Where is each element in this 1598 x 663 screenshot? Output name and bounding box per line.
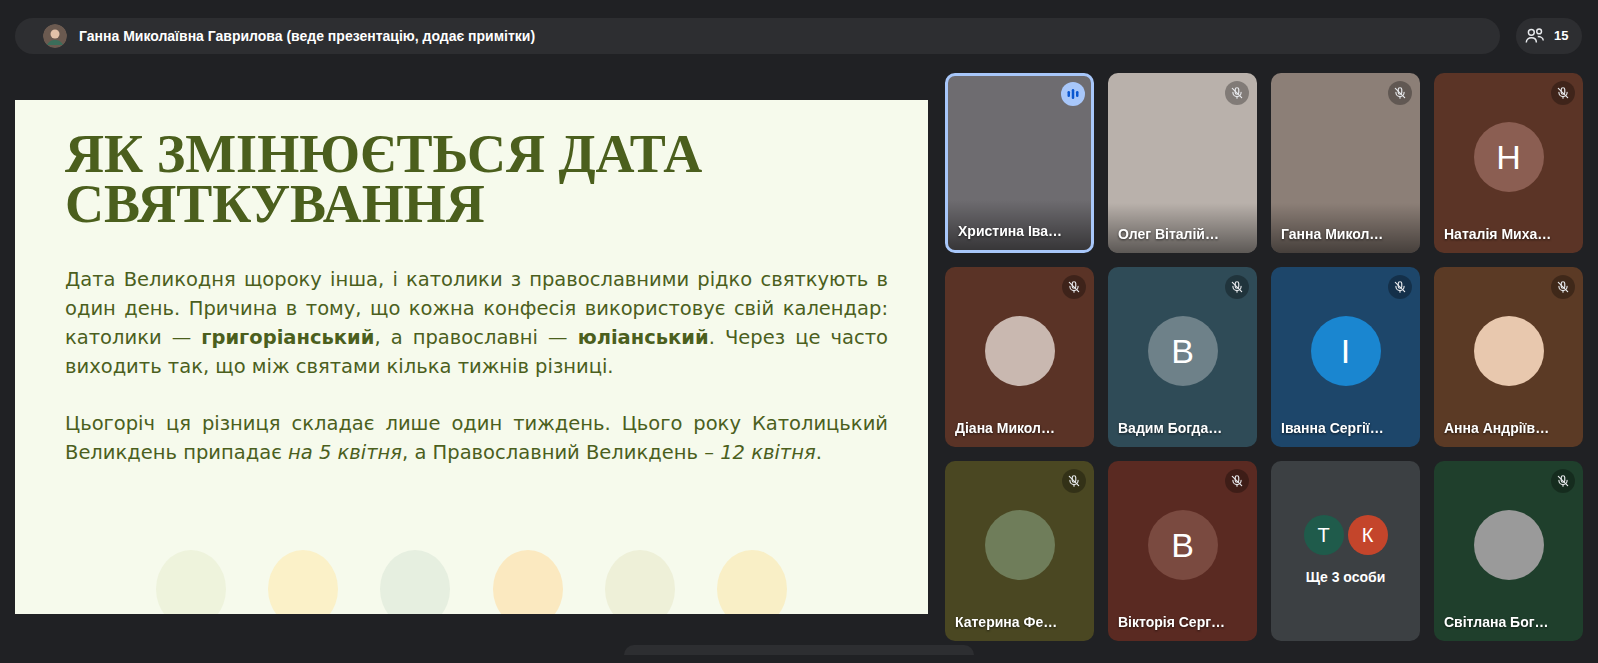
- easter-egg-icon: [717, 550, 787, 614]
- easter-egg-icon: [268, 550, 338, 614]
- text-segment: .: [816, 441, 822, 464]
- easter-egg-icon: [156, 550, 226, 614]
- presenter-text: Ганна Миколаївна Гаврилова (веде презент…: [79, 26, 535, 47]
- participant-name: Христина Іва…: [958, 221, 1062, 242]
- member-letter: К: [1362, 520, 1374, 550]
- slide-paragraph: Цьогоріч ця різниця складає лише один ти…: [65, 409, 888, 467]
- participant-name: Діана Микол…: [955, 418, 1055, 439]
- participant-tile[interactable]: Світлана Бог…: [1434, 461, 1583, 641]
- presentation-slide: ЯК ЗМІНЮЄТЬСЯ ДАТА СВЯТКУВАННЯ Дата Велик…: [15, 100, 928, 614]
- controls-bar: [624, 645, 974, 655]
- mic-off-icon: [1388, 275, 1412, 299]
- easter-egg-icon: [605, 550, 675, 614]
- top-bar: Ганна Миколаївна Гаврилова (веде презент…: [0, 0, 1598, 54]
- letter-avatar: Н: [1474, 122, 1544, 192]
- participants-button[interactable]: 15: [1516, 18, 1582, 54]
- participant-tile[interactable]: Христина Іва…: [945, 73, 1094, 253]
- letter-avatar: В: [1148, 510, 1218, 580]
- avatar-letter: В: [1171, 326, 1194, 377]
- text-segment: , а православні —: [374, 326, 577, 349]
- photo-avatar: [1474, 510, 1544, 580]
- participant-name: Вадим Богда…: [1118, 418, 1222, 439]
- speaking-icon: [1061, 82, 1085, 106]
- text-segment: на 5 квітня: [288, 441, 402, 464]
- slide-title: ЯК ЗМІНЮЄТЬСЯ ДАТА СВЯТКУВАННЯ: [65, 130, 785, 229]
- people-icon: [1524, 25, 1546, 47]
- participant-tile[interactable]: Катерина Фе…: [945, 461, 1094, 641]
- text-segment: юліанський: [578, 326, 709, 349]
- mic-off-icon: [1062, 275, 1086, 299]
- member-avatar: К: [1348, 515, 1388, 555]
- participant-tile[interactable]: Анна Андріїв…: [1434, 267, 1583, 447]
- participant-tile[interactable]: І Іванна Сергії…: [1271, 267, 1420, 447]
- photo-avatar: [985, 316, 1055, 386]
- group-avatars: ТКЩе 3 особи: [1271, 461, 1420, 641]
- letter-avatar: В: [1148, 316, 1218, 386]
- avatar-letter: І: [1341, 326, 1350, 377]
- mic-off-icon: [1551, 81, 1575, 105]
- slide-decoration: [15, 534, 928, 614]
- participant-tile[interactable]: Н Наталія Миха…: [1434, 73, 1583, 253]
- text-segment: , а Православний Великдень –: [402, 441, 720, 464]
- bottom-bar-area: [0, 645, 1598, 655]
- group-avatar-row: ТК: [1304, 515, 1388, 555]
- participant-tile[interactable]: Олег Віталій…: [1108, 73, 1257, 253]
- mic-off-icon: [1062, 469, 1086, 493]
- participant-tile[interactable]: Діана Микол…: [945, 267, 1094, 447]
- avatar-letter: В: [1171, 520, 1194, 571]
- presenter-avatar-icon: [43, 24, 67, 48]
- participant-tile[interactable]: В Вікторія Серг…: [1108, 461, 1257, 641]
- photo-avatar: [1474, 316, 1544, 386]
- participant-grid: Христина Іва…Олег Віталій…Ганна Микол…НН…: [945, 73, 1583, 641]
- participant-name: Катерина Фе…: [955, 612, 1057, 633]
- slide-paragraph: Дата Великодня щороку інша, і католики з…: [65, 265, 888, 381]
- member-avatar: Т: [1304, 515, 1344, 555]
- easter-egg-icon: [493, 550, 563, 614]
- easter-egg-icon: [380, 550, 450, 614]
- participant-tile[interactable]: Ганна Микол…: [1271, 73, 1420, 253]
- mic-off-icon: [1551, 469, 1575, 493]
- participant-name: Олег Віталій…: [1118, 224, 1219, 245]
- participant-tile[interactable]: ТКЩе 3 особи: [1271, 461, 1420, 641]
- participant-name: Іванна Сергії…: [1281, 418, 1384, 439]
- participant-tile[interactable]: В Вадим Богда…: [1108, 267, 1257, 447]
- participant-name: Анна Андріїв…: [1444, 418, 1549, 439]
- avatar-letter: Н: [1496, 132, 1521, 183]
- text-segment: 12 квітня: [720, 441, 816, 464]
- mic-off-icon: [1225, 275, 1249, 299]
- participant-name: Вікторія Серг…: [1118, 612, 1225, 633]
- participants-count: 15: [1554, 26, 1568, 46]
- mic-off-icon: [1225, 469, 1249, 493]
- participant-name: Ганна Микол…: [1281, 224, 1383, 245]
- letter-avatar: І: [1311, 316, 1381, 386]
- text-segment: григоріанський: [201, 326, 374, 349]
- participant-name: Наталія Миха…: [1444, 224, 1551, 245]
- presenter-bar: Ганна Миколаївна Гаврилова (веде презент…: [15, 18, 1500, 54]
- member-letter: Т: [1317, 520, 1329, 550]
- mic-off-icon: [1388, 81, 1412, 105]
- photo-avatar: [985, 510, 1055, 580]
- mic-off-icon: [1551, 275, 1575, 299]
- slide-content: ЯК ЗМІНЮЄТЬСЯ ДАТА СВЯТКУВАННЯ Дата Велик…: [15, 100, 928, 467]
- participant-name: Світлана Бог…: [1444, 612, 1549, 633]
- group-label: Ще 3 особи: [1306, 567, 1386, 588]
- mic-off-icon: [1225, 81, 1249, 105]
- content-area: ЯК ЗМІНЮЄТЬСЯ ДАТА СВЯТКУВАННЯ Дата Велик…: [0, 54, 1598, 641]
